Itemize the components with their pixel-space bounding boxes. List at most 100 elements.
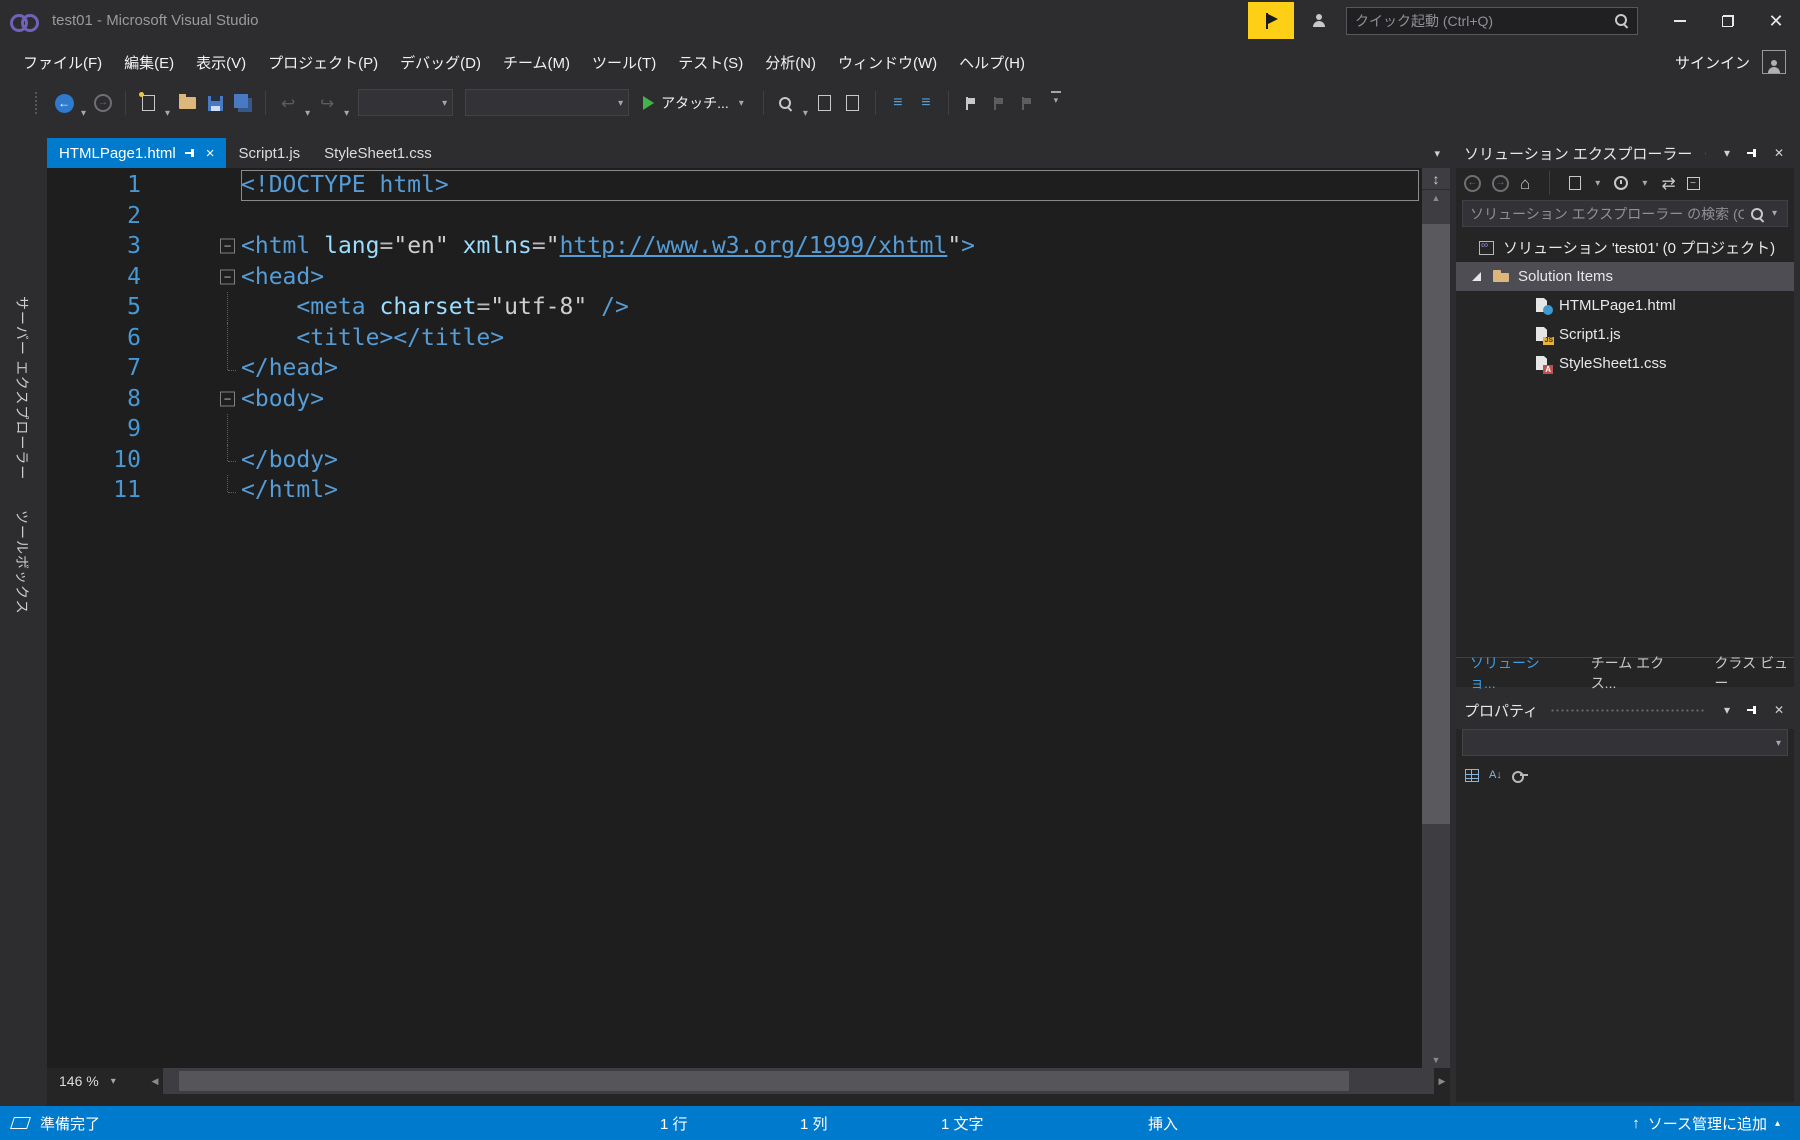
close-button[interactable]: ✕	[1752, 0, 1800, 41]
collapse-all-icon[interactable]: −	[1687, 177, 1700, 190]
fold-collapse-icon[interactable]: −	[220, 239, 235, 254]
pending-changes-filter-icon[interactable]	[1614, 176, 1628, 190]
feedback-button[interactable]	[1302, 2, 1336, 39]
menu-item[interactable]: テスト(S)	[667, 46, 754, 79]
pin-button[interactable]	[1744, 147, 1762, 159]
undo-button[interactable]: ↩	[276, 89, 300, 117]
tree-item[interactable]: Solution Items	[1456, 262, 1794, 291]
new-file-button[interactable]	[136, 89, 160, 117]
panel-bottom-tab[interactable]: チーム エクス...	[1591, 653, 1681, 693]
find-caret-icon[interactable]: ▾	[803, 108, 808, 119]
code-editor[interactable]: 1<!DOCTYPE html>23−<html lang="en" xmlns…	[47, 168, 1450, 1068]
indent-decrease-button[interactable]: ≡	[886, 89, 910, 117]
navigate-forward-button[interactable]: →	[91, 89, 115, 117]
zoom-control[interactable]: 146 % ▾	[47, 1073, 147, 1089]
menu-item[interactable]: ファイル(F)	[12, 46, 113, 79]
pin-button[interactable]	[1744, 704, 1762, 716]
home-icon[interactable]: ⌂	[1520, 175, 1530, 192]
chevron-down-icon[interactable]: ▾	[1642, 178, 1647, 189]
properties-object-dropdown[interactable]: ▾	[1462, 729, 1788, 756]
sign-in-button[interactable]: サインイン	[1675, 52, 1750, 73]
panel-bottom-tab[interactable]: クラス ビュー	[1714, 653, 1794, 693]
properties-window-button[interactable]	[841, 89, 865, 117]
chevron-down-icon[interactable]: ▾	[1772, 208, 1777, 219]
editor-tab[interactable]: Script1.js	[226, 138, 312, 168]
pin-icon[interactable]	[185, 147, 197, 159]
navigate-back-caret-icon[interactable]: ▾	[81, 108, 86, 119]
vertical-scroll-thumb[interactable]	[1422, 224, 1450, 824]
tree-item[interactable]: HTMLPage1.html	[1456, 291, 1794, 320]
attach-button[interactable]: アタッチ... ▾	[643, 89, 747, 117]
panel-grip[interactable]	[1550, 708, 1706, 713]
properties-header[interactable]: プロパティ ▾ ✕	[1456, 695, 1794, 725]
close-tab-icon[interactable]: ×	[206, 146, 215, 161]
server-explorer-tab[interactable]: サーバー エクスプローラー	[12, 296, 32, 480]
solution-search-input[interactable]	[1470, 206, 1744, 222]
solution-configurations-dropdown[interactable]: ▾	[358, 89, 453, 116]
restore-button[interactable]	[1704, 0, 1752, 41]
editor-tab[interactable]: StyleSheet1.css	[312, 138, 444, 168]
tree-item[interactable]: StyleSheet1.css	[1456, 349, 1794, 378]
menu-item[interactable]: ヘルプ(H)	[948, 46, 1036, 79]
find-in-files-button[interactable]	[774, 89, 798, 117]
avatar-icon[interactable]	[1762, 50, 1786, 74]
menu-item[interactable]: プロジェクト(P)	[257, 46, 389, 79]
panel-bottom-tab[interactable]: ソリューショ...	[1470, 653, 1557, 693]
forward-icon[interactable]: →	[1492, 175, 1509, 192]
quick-launch-input[interactable]	[1355, 13, 1614, 29]
scroll-up-icon[interactable]: ▲	[1422, 190, 1450, 206]
back-icon[interactable]: ←	[1464, 175, 1481, 192]
menu-item[interactable]: ウィンドウ(W)	[827, 46, 948, 79]
toolbox-tab[interactable]: ツールボックス	[12, 510, 32, 615]
toggle-bookmark-button[interactable]	[959, 89, 983, 117]
tree-item[interactable]: ソリューション 'test01' (0 プロジェクト)	[1456, 233, 1794, 262]
property-pages-icon[interactable]	[1512, 770, 1528, 780]
chevron-down-icon[interactable]: ▾	[1595, 178, 1600, 189]
menu-item[interactable]: デバッグ(D)	[389, 46, 492, 79]
horizontal-scrollbar[interactable]	[163, 1068, 1434, 1094]
editor-tab[interactable]: HTMLPage1.html×	[47, 138, 226, 168]
splitter-grip-icon[interactable]: ↕	[1422, 168, 1450, 190]
menu-item[interactable]: ツール(T)	[581, 46, 667, 79]
redo-button[interactable]: ↪	[315, 89, 339, 117]
open-file-button[interactable]	[175, 89, 199, 117]
menu-item[interactable]: 編集(E)	[113, 46, 185, 79]
close-panel-button[interactable]: ✕	[1770, 146, 1788, 160]
minimize-button[interactable]	[1656, 0, 1704, 41]
search-icon[interactable]	[1750, 207, 1763, 220]
toolbar-overflow-button[interactable]: ▾	[1051, 91, 1061, 106]
solution-explorer-window-button[interactable]	[813, 89, 837, 117]
new-file-caret-icon[interactable]: ▾	[165, 108, 170, 119]
categorized-icon[interactable]	[1465, 769, 1479, 782]
expand-icon[interactable]	[1472, 272, 1481, 281]
solution-platforms-dropdown[interactable]: ▾	[465, 89, 629, 116]
window-position-caret-icon[interactable]: ▾	[1718, 146, 1736, 160]
menu-item[interactable]: 分析(N)	[754, 46, 827, 79]
toolbar-grip[interactable]	[34, 91, 38, 115]
alphabetical-sort-icon[interactable]	[1489, 769, 1502, 782]
save-all-button[interactable]	[231, 89, 255, 117]
redo-caret-icon[interactable]: ▾	[344, 108, 349, 119]
solution-explorer-header[interactable]: ソリューション エクスプローラー ▾ ✕	[1456, 138, 1794, 168]
tree-item[interactable]: Script1.js	[1456, 320, 1794, 349]
close-panel-button[interactable]: ✕	[1770, 703, 1788, 717]
horizontal-scroll-thumb[interactable]	[179, 1071, 1349, 1091]
scroll-right-icon[interactable]: ▶	[1434, 1076, 1450, 1087]
undo-caret-icon[interactable]: ▾	[305, 108, 310, 119]
indent-increase-button[interactable]: ≡	[914, 89, 938, 117]
vertical-scrollbar[interactable]: ↕ ▲ ▼	[1422, 168, 1450, 1068]
scroll-down-icon[interactable]: ▼	[1422, 1055, 1450, 1065]
save-button[interactable]	[203, 89, 227, 117]
add-to-source-control-button[interactable]: ↑ ソース管理に追加 ▴	[1632, 1106, 1780, 1140]
scroll-left-icon[interactable]: ◀	[147, 1076, 163, 1087]
navigate-back-button[interactable]: ←	[52, 89, 76, 117]
search-icon[interactable]	[1614, 13, 1629, 28]
sync-icon[interactable]: ⇄	[1661, 175, 1675, 192]
window-position-caret-icon[interactable]: ▾	[1718, 703, 1736, 717]
notifications-button[interactable]	[1248, 2, 1294, 39]
show-all-files-icon[interactable]	[1569, 176, 1581, 190]
previous-bookmark-button[interactable]	[987, 89, 1011, 117]
document-list-caret-icon[interactable]: ▾	[1434, 147, 1440, 160]
menu-item[interactable]: チーム(M)	[492, 46, 581, 79]
next-bookmark-button[interactable]	[1015, 89, 1039, 117]
